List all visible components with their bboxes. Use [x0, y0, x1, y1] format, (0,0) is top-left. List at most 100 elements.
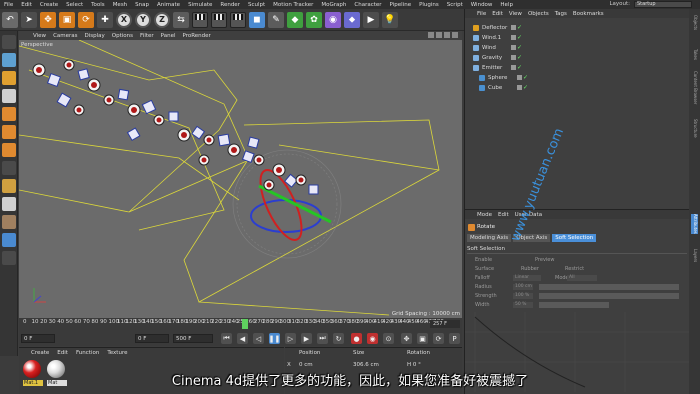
object-name[interactable]: Wind	[482, 45, 522, 51]
om-menu-edit[interactable]: Edit	[492, 11, 503, 17]
x-axis-icon[interactable]: X	[116, 11, 132, 28]
viewport-menu-view[interactable]: View	[33, 33, 46, 39]
polygons-mode-icon[interactable]	[2, 143, 16, 157]
viewport-menu-options[interactable]: Options	[112, 33, 133, 39]
layout-dropdown[interactable]: Startup	[634, 1, 692, 8]
tab-attributes[interactable]: Attributes	[691, 214, 698, 234]
enabled-check-icon[interactable]: ✓	[517, 34, 522, 41]
light-icon[interactable]: 💡	[382, 11, 398, 28]
edges-mode-icon[interactable]	[2, 125, 16, 139]
viewport-menu-cameras[interactable]: Cameras	[53, 33, 77, 39]
tab-modeling-axis[interactable]: Modeling Axis	[467, 234, 512, 242]
am-menu-edit[interactable]: Edit	[498, 212, 509, 218]
object-name[interactable]: Deflector	[482, 25, 522, 31]
object-name[interactable]: Cube	[488, 85, 528, 91]
menu-script[interactable]: Script	[443, 2, 467, 8]
viewport-menu-filter[interactable]: Filter	[140, 33, 154, 39]
make-editable-icon[interactable]	[2, 35, 16, 49]
layer-dot-icon[interactable]	[511, 45, 516, 50]
enabled-check-icon[interactable]: ✓	[517, 44, 522, 51]
cloner-icon[interactable]: ✿	[306, 11, 322, 28]
menu-sculpt[interactable]: Sculpt	[244, 2, 269, 8]
pause-icon[interactable]: ❚❚	[269, 333, 280, 344]
object-row[interactable]: Wind.1 ✓	[473, 33, 522, 42]
mode-dropdown[interactable]: All	[567, 275, 597, 281]
render-picture-viewer-icon[interactable]	[211, 11, 227, 28]
menu-window[interactable]: Window	[467, 2, 497, 8]
scale-key-icon[interactable]: ▣	[417, 333, 428, 344]
object-row[interactable]: Gravity ✓	[473, 53, 522, 62]
menu-motion-tracker[interactable]: Motion Tracker	[269, 2, 317, 8]
position-key-icon[interactable]: ✥	[401, 333, 412, 344]
next-key-icon[interactable]: ▶	[301, 333, 312, 344]
menu-render[interactable]: Render	[216, 2, 244, 8]
goto-start-icon[interactable]: ⏮	[221, 333, 232, 344]
snap-icon[interactable]	[2, 197, 16, 211]
menu-snap[interactable]: Snap	[131, 2, 153, 8]
pen-icon[interactable]: ✎	[268, 11, 284, 28]
playhead[interactable]	[242, 319, 249, 329]
scene-icon[interactable]: ⬥	[344, 11, 360, 28]
goto-end-icon[interactable]: ⏭	[317, 333, 328, 344]
move-view-icon[interactable]	[428, 32, 434, 38]
menu-tools[interactable]: Tools	[87, 2, 109, 8]
z-axis-icon[interactable]: Z	[154, 11, 170, 28]
world-coordinate-icon[interactable]: ⇆	[173, 11, 189, 28]
end-frame-field[interactable]: 500 F	[173, 334, 213, 343]
object-name[interactable]: Gravity	[482, 55, 522, 61]
autokey-icon[interactable]: ◉	[367, 333, 378, 344]
cube-icon[interactable]: ◼	[249, 11, 265, 28]
deformer-icon[interactable]: ◉	[325, 11, 341, 28]
om-menu-file[interactable]: File	[477, 11, 486, 17]
strength-field[interactable]: 100 %	[513, 293, 533, 299]
deformer-tool-icon[interactable]	[2, 251, 16, 265]
layer-dot-icon[interactable]	[511, 55, 516, 60]
param-key-icon[interactable]: P	[449, 333, 460, 344]
om-menu-bookmarks[interactable]: Bookmarks	[573, 11, 604, 17]
record-icon[interactable]: ●	[351, 333, 362, 344]
radius-field[interactable]: 100 cm	[513, 284, 533, 290]
width-field[interactable]: 50 %	[513, 302, 533, 308]
object-name[interactable]: Wind.1	[482, 35, 522, 41]
points-mode-icon[interactable]	[2, 107, 16, 121]
rotation-key-icon[interactable]: ⟳	[433, 333, 444, 344]
mat-menu-function[interactable]: Function	[76, 350, 99, 356]
layer-dot-icon[interactable]	[511, 65, 516, 70]
mat-menu-create[interactable]: Create	[31, 350, 49, 356]
workplane-icon[interactable]	[2, 89, 16, 103]
menu-mesh[interactable]: Mesh	[109, 2, 131, 8]
tab-content-browser[interactable]: Content Browser	[691, 71, 698, 104]
enabled-check-icon[interactable]: ✓	[517, 24, 522, 31]
object-row[interactable]: Wind ✓	[473, 43, 522, 52]
menu-plugins[interactable]: Plugins	[415, 2, 443, 8]
start-frame-field[interactable]: 0 F	[21, 334, 55, 343]
h-rotation-field[interactable]: H 0 °	[407, 362, 421, 368]
render-view-icon[interactable]	[192, 11, 208, 28]
rotate-icon[interactable]: ⟳	[78, 11, 94, 28]
tab-soft-selection[interactable]: Soft Selection	[552, 234, 597, 242]
am-menu-mode[interactable]: Mode	[477, 212, 492, 218]
object-name[interactable]: Sphere	[488, 75, 528, 81]
menu-help[interactable]: Help	[496, 2, 517, 8]
tab-takes[interactable]: Takes	[691, 49, 698, 60]
menu-create[interactable]: Create	[36, 2, 62, 8]
viewport-menu-prorender[interactable]: ProRender	[183, 33, 211, 39]
menu-file[interactable]: File	[0, 2, 17, 8]
object-row[interactable]: Deflector ✓	[473, 23, 522, 32]
falloff-dropdown[interactable]: Linear	[513, 275, 541, 281]
layer-dot-icon[interactable]	[517, 75, 522, 80]
enabled-check-icon[interactable]: ✓	[523, 84, 528, 91]
menu-character[interactable]: Character	[350, 2, 385, 8]
timeline-ruler[interactable]: 0 10 20 30 40 50 60 70 80 90 100 110 120 130 140 150 160…	[19, 318, 462, 330]
menu-pipeline[interactable]: Pipeline	[386, 2, 416, 8]
tab-layers[interactable]: Layers	[691, 249, 698, 262]
subdivision-icon[interactable]: ◆	[287, 11, 303, 28]
rotate-view-icon[interactable]	[444, 32, 450, 38]
menu-edit[interactable]: Edit	[17, 2, 36, 8]
menu-animate[interactable]: Animate	[153, 2, 184, 8]
enabled-check-icon[interactable]: ✓	[523, 74, 528, 81]
move-icon[interactable]: ✥	[40, 11, 56, 28]
object-row[interactable]: Emitter ✓	[473, 63, 522, 72]
tweak-icon[interactable]	[2, 179, 16, 193]
mat-menu-texture[interactable]: Texture	[107, 350, 127, 356]
